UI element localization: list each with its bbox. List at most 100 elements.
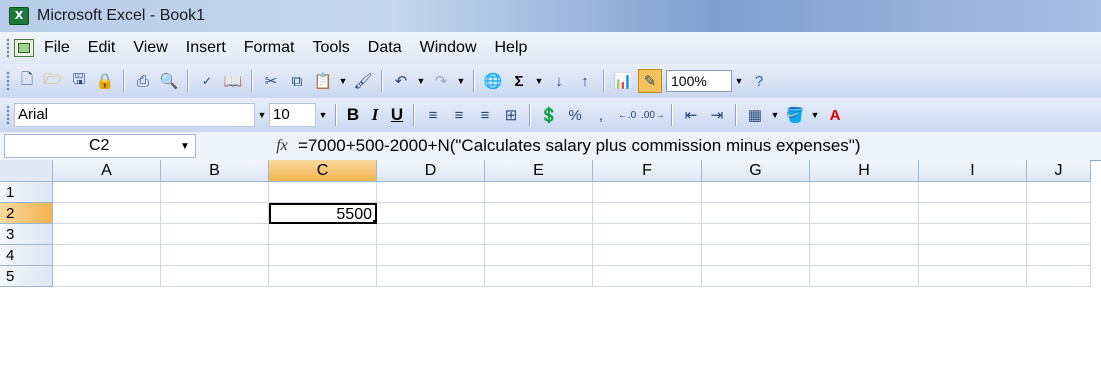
merge-center-icon[interactable]: ⊞	[500, 104, 522, 126]
font-size-dropdown-icon[interactable]: ▼	[316, 105, 330, 125]
menu-edit[interactable]: Edit	[88, 39, 116, 57]
cell-c2-selected[interactable]: 5500	[269, 203, 377, 224]
menubar-grip-handle[interactable]	[6, 38, 10, 58]
column-header-a[interactable]: A	[53, 160, 161, 182]
fill-color-dropdown-icon[interactable]: ▼	[808, 105, 822, 125]
cell-f5[interactable]	[593, 266, 702, 287]
cell-g5[interactable]	[702, 266, 810, 287]
row-header-1[interactable]: 1	[0, 182, 53, 203]
toolbar-grip-handle[interactable]	[6, 71, 10, 91]
excel-app-icon[interactable]: X	[9, 7, 29, 25]
column-header-i[interactable]: I	[919, 160, 1027, 182]
paste-icon[interactable]: 📋	[312, 70, 334, 92]
column-header-d[interactable]: D	[377, 160, 485, 182]
row-header-2[interactable]: 2	[0, 203, 53, 224]
autosum-dropdown-icon[interactable]: ▼	[532, 71, 546, 91]
cell-d5[interactable]	[377, 266, 485, 287]
column-header-g[interactable]: G	[702, 160, 810, 182]
insert-function-icon[interactable]: fx	[266, 137, 298, 155]
undo-icon[interactable]: ↶	[390, 70, 412, 92]
cell-e3[interactable]	[485, 224, 593, 245]
cell-c1[interactable]	[269, 182, 377, 203]
menu-tools[interactable]: Tools	[312, 39, 349, 57]
decrease-decimal-icon[interactable]: .00→	[641, 104, 665, 126]
cell-f3[interactable]	[593, 224, 702, 245]
cell-e4[interactable]	[485, 245, 593, 266]
sort-ascending-icon[interactable]: ↓	[548, 70, 570, 92]
toolbar-grip-handle[interactable]	[6, 105, 10, 125]
cell-i5[interactable]	[919, 266, 1027, 287]
cell-i2[interactable]	[919, 203, 1027, 224]
cell-d3[interactable]	[377, 224, 485, 245]
menu-help[interactable]: Help	[495, 39, 528, 57]
cell-a2[interactable]	[53, 203, 161, 224]
name-box-dropdown-icon[interactable]: ▼	[175, 141, 195, 152]
cell-h4[interactable]	[810, 245, 919, 266]
column-header-c[interactable]: C	[269, 160, 377, 182]
cell-i1[interactable]	[919, 182, 1027, 203]
hyperlink-icon[interactable]: 🌐	[482, 70, 504, 92]
print-icon[interactable]: ⎙	[132, 70, 154, 92]
cell-h5[interactable]	[810, 266, 919, 287]
cell-d4[interactable]	[377, 245, 485, 266]
cell-g3[interactable]	[702, 224, 810, 245]
column-header-f[interactable]: F	[593, 160, 702, 182]
print-preview-icon[interactable]: 🔍	[158, 70, 180, 92]
cell-j3[interactable]	[1027, 224, 1091, 245]
cell-f4[interactable]	[593, 245, 702, 266]
increase-decimal-icon[interactable]: ←.0	[616, 104, 638, 126]
formula-input[interactable]: =7000+500-2000+N("Calculates salary plus…	[298, 136, 861, 156]
menu-view[interactable]: View	[133, 39, 167, 57]
column-header-j[interactable]: J	[1027, 160, 1091, 182]
increase-indent-icon[interactable]: ⇥	[706, 104, 728, 126]
align-left-icon[interactable]: ≡	[422, 104, 444, 126]
cell-i4[interactable]	[919, 245, 1027, 266]
menu-data[interactable]: Data	[368, 39, 402, 57]
research-icon[interactable]: 📖	[222, 70, 244, 92]
paste-dropdown-icon[interactable]: ▼	[336, 71, 350, 91]
menu-file[interactable]: File	[44, 39, 70, 57]
cell-d2[interactable]	[377, 203, 485, 224]
cell-e5[interactable]	[485, 266, 593, 287]
cell-c5[interactable]	[269, 266, 377, 287]
workbook-icon[interactable]	[14, 39, 34, 57]
cell-b1[interactable]	[161, 182, 269, 203]
cell-b4[interactable]	[161, 245, 269, 266]
cut-icon[interactable]: ✂	[260, 70, 282, 92]
align-right-icon[interactable]: ≡	[474, 104, 496, 126]
cell-b5[interactable]	[161, 266, 269, 287]
font-name-select[interactable]: Arial	[14, 103, 255, 127]
font-dropdown-icon[interactable]: ▼	[255, 105, 269, 125]
decrease-indent-icon[interactable]: ⇤	[680, 104, 702, 126]
cell-f1[interactable]	[593, 182, 702, 203]
cell-j4[interactable]	[1027, 245, 1091, 266]
cell-a5[interactable]	[53, 266, 161, 287]
undo-dropdown-icon[interactable]: ▼	[414, 71, 428, 91]
cell-a3[interactable]	[53, 224, 161, 245]
cell-b2[interactable]	[161, 203, 269, 224]
align-center-icon[interactable]: ≡	[448, 104, 470, 126]
spelling-icon[interactable]: ✓	[196, 70, 218, 92]
menu-format[interactable]: Format	[244, 39, 295, 57]
cell-e1[interactable]	[485, 182, 593, 203]
autosum-icon[interactable]: Σ	[508, 70, 530, 92]
cell-f2[interactable]	[593, 203, 702, 224]
save-icon[interactable]: 🖫	[68, 70, 90, 92]
row-header-4[interactable]: 4	[0, 245, 53, 266]
zoom-dropdown-icon[interactable]: ▼	[732, 71, 746, 91]
zoom-select[interactable]: 100%	[666, 70, 732, 92]
italic-button[interactable]: I	[364, 105, 386, 125]
row-header-5[interactable]: 5	[0, 266, 53, 287]
copy-icon[interactable]: ⧉	[286, 70, 308, 92]
cell-a1[interactable]	[53, 182, 161, 203]
menu-insert[interactable]: Insert	[186, 39, 226, 57]
sort-descending-icon[interactable]: ↑	[574, 70, 596, 92]
cell-c3[interactable]	[269, 224, 377, 245]
underline-button[interactable]: U	[386, 105, 408, 125]
percent-button[interactable]: %	[564, 104, 586, 126]
row-header-3[interactable]: 3	[0, 224, 53, 245]
column-header-e[interactable]: E	[485, 160, 593, 182]
borders-icon[interactable]: ▦	[744, 104, 766, 126]
cell-h3[interactable]	[810, 224, 919, 245]
cell-b3[interactable]	[161, 224, 269, 245]
